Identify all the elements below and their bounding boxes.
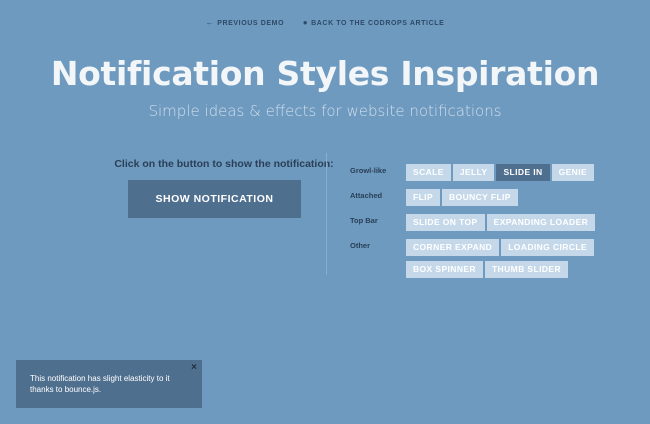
close-icon[interactable]: × [191, 362, 197, 373]
style-button-thumb-slider[interactable]: THUMB SLIDER [484, 261, 568, 278]
top-navigation: ← PREVIOUS DEMO ● BACK TO THE CODROPS ARTI… [0, 18, 650, 27]
previous-demo-link[interactable]: ← PREVIOUS DEMO [205, 18, 285, 27]
back-to-article-label: BACK TO THE CODROPS ARTICLE [311, 20, 445, 27]
droplet-icon: ● [302, 18, 309, 27]
style-group-other: Other CORNER EXPAND LOADING CIRCLE BOX SPIN… [350, 237, 597, 278]
previous-demo-label: PREVIOUS DEMO [217, 20, 285, 27]
style-button-bouncy-flip[interactable]: BOUNCY FLIP [442, 189, 518, 206]
style-group-label: Top Bar [350, 216, 378, 225]
style-button-box-spinner[interactable]: BOX SPINNER [406, 261, 483, 278]
style-group-top-bar: Top Bar SLIDE ON TOP EXPANDING LOADER [350, 212, 597, 231]
show-notification-button[interactable]: SHOW NOTIFICATION [128, 180, 301, 218]
style-button-jelly[interactable]: JELLY [452, 164, 495, 181]
notification-box: × This notification has slight elasticit… [16, 360, 202, 408]
style-group-growl-like: Growl-like SCALE JELLY SLIDE IN GENIE [350, 162, 597, 181]
style-button-loading-circle[interactable]: LOADING CIRCLE [501, 239, 594, 256]
vertical-divider [326, 153, 327, 275]
style-group-label: Growl-like [350, 166, 387, 175]
style-button-flip[interactable]: FLIP [406, 189, 441, 206]
style-button-genie[interactable]: GENIE [551, 164, 595, 181]
style-button-corner-expand[interactable]: CORNER EXPAND [406, 239, 500, 256]
style-button-slide-on-top[interactable]: SLIDE ON TOP [406, 214, 485, 231]
page-title: Notification Styles Inspiration [50, 54, 600, 93]
trigger-prompt: Click on the button to show the notifica… [114, 158, 334, 170]
style-button-expanding-loader[interactable]: EXPANDING LOADER [486, 214, 596, 231]
style-button-scale[interactable]: SCALE [406, 164, 451, 181]
back-to-article-link[interactable]: ● BACK TO THE CODROPS ARTICLE [302, 18, 445, 27]
style-groups: Growl-like SCALE JELLY SLIDE IN GENIE Attache… [350, 162, 597, 284]
style-group-label: Attached [350, 191, 383, 200]
trigger-panel: Click on the button to show the notifica… [80, 158, 340, 218]
style-group-label: Other [350, 241, 371, 250]
arrow-left-icon: ← [205, 18, 215, 27]
page-subtitle: Simple ideas & effects for website notif… [148, 102, 502, 120]
style-group-attached: Attached FLIP BOUNCY FLIP [350, 187, 597, 206]
notification-text: This notification has slight elasticity … [30, 374, 170, 394]
style-button-slide-in[interactable]: SLIDE IN [496, 164, 550, 181]
